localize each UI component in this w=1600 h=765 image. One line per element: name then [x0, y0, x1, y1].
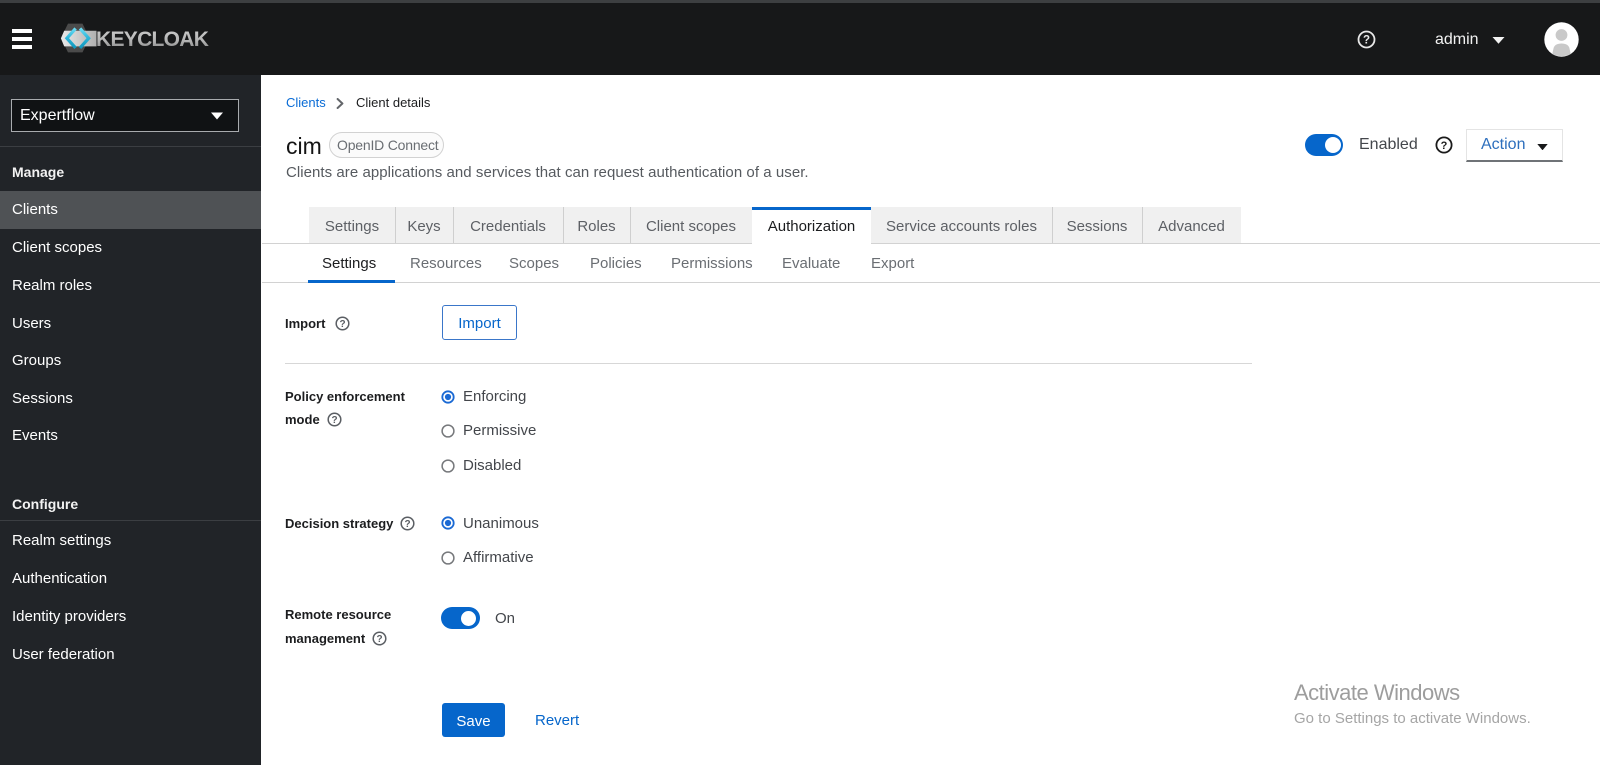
svg-text:?: ? — [339, 319, 345, 330]
svg-text:?: ? — [1441, 140, 1448, 152]
svg-text:?: ? — [1363, 35, 1370, 47]
svg-text:?: ? — [331, 415, 337, 426]
svg-text:KEYCLOAK: KEYCLOAK — [96, 28, 209, 51]
svg-text:?: ? — [404, 519, 410, 530]
svg-text:?: ? — [376, 634, 382, 645]
